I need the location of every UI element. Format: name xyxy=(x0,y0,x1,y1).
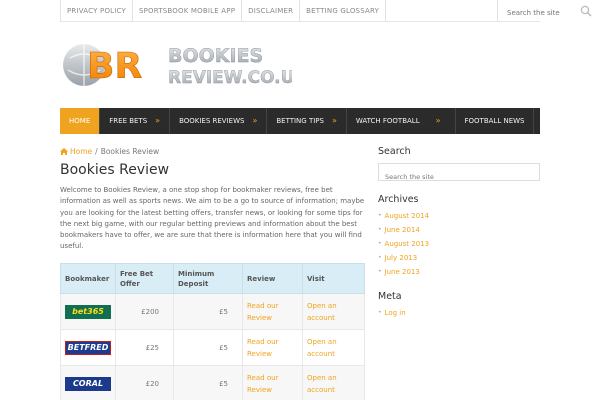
search-icon[interactable] xyxy=(580,5,592,17)
nav-label: FREE BETS xyxy=(109,117,148,125)
nav-label: BETTING TIPS xyxy=(276,117,324,125)
nav-item-home[interactable]: HOME xyxy=(60,108,101,134)
open-account-link[interactable]: Open an account xyxy=(307,372,360,396)
main-nav: HOME FREE BETS » BOOKIES REVIEWS » BETTING… xyxy=(60,108,540,134)
top-link-privacy-policy[interactable]: PRIVACY POLICY xyxy=(60,0,133,22)
breadcrumb: Home / Bookies Review xyxy=(60,147,159,156)
nav-item-bookies-reviews[interactable]: BOOKIES REVIEWS » xyxy=(170,108,268,134)
table-row: bet365 £200 £5 Read our Review Open an a… xyxy=(60,293,365,330)
sidebar-meta-title: Meta xyxy=(378,291,402,302)
minimum-deposit: £5 xyxy=(173,329,243,366)
minimum-deposit: £5 xyxy=(173,365,243,400)
archive-link-august-2013[interactable]: • August 2013 xyxy=(378,237,429,251)
submenu-arrow-icon: » xyxy=(331,116,337,125)
site-logo[interactable]: BR BOOKIES REVIEW.CO.UK xyxy=(60,40,292,88)
nav-label: FOOTBALL NEWS xyxy=(464,117,525,125)
sidebar-archives-title: Archives xyxy=(378,194,419,205)
nav-item-football-news[interactable]: FOOTBALL NEWS xyxy=(456,108,535,134)
bullet-icon: • xyxy=(378,254,382,261)
top-link-disclaimer[interactable]: DISCLAIMER xyxy=(242,0,301,22)
read-review-link[interactable]: Read our Review xyxy=(247,300,298,324)
intro-text: Welcome to Bookies Review, a one stop sh… xyxy=(60,186,365,251)
submenu-arrow-icon: » xyxy=(435,116,441,125)
archive-link-june-2014[interactable]: • June 2014 xyxy=(378,223,429,237)
meta-label: Log in xyxy=(384,309,406,317)
top-link-betting-glossary[interactable]: BETTING GLOSSARY xyxy=(300,0,387,22)
table-header-row: Bookmaker Free Bet Offer Minimum Deposit… xyxy=(60,263,365,294)
top-link-sportsbook-mobile-app[interactable]: SPORTSBOOK MOBILE APP xyxy=(133,0,243,22)
coral-logo[interactable]: CORAL xyxy=(65,376,111,391)
bullet-icon: • xyxy=(378,226,382,233)
top-bar: PRIVACY POLICY SPORTSBOOK MOBILE APP DIS… xyxy=(60,0,592,24)
free-bet-offer: £25 xyxy=(115,329,174,366)
sidebar-search xyxy=(378,163,540,185)
breadcrumb-separator: / xyxy=(95,147,98,156)
nav-item-watch-football[interactable]: WATCH FOOTBALL » xyxy=(347,108,456,134)
archive-label: July 2013 xyxy=(384,254,418,262)
archive-label: June 2014 xyxy=(384,226,420,234)
page-title: Bookies Review xyxy=(60,162,170,178)
minimum-deposit: £5 xyxy=(173,293,243,330)
archives-list: • August 2014 • June 2014 • August 2013 • Ju… xyxy=(378,209,429,279)
submenu-arrow-icon: » xyxy=(252,116,258,125)
top-search-input[interactable] xyxy=(498,2,576,24)
table-row: BETFRED £25 £5 Read our Review Open an a… xyxy=(60,329,365,366)
archive-label: June 2013 xyxy=(384,268,420,276)
open-account-link[interactable]: Open an account xyxy=(307,300,360,324)
col-header-minimum-deposit: Minimum Deposit xyxy=(173,263,243,294)
breadcrumb-home-link[interactable]: Home xyxy=(60,147,92,156)
bullet-icon: • xyxy=(378,240,382,247)
logo-line2: REVIEW.CO.UK xyxy=(168,68,292,88)
home-icon xyxy=(60,148,68,155)
table-row: CORAL £20 £5 Read our Review Open an acc… xyxy=(60,365,365,400)
submenu-arrow-icon: » xyxy=(155,116,161,125)
archive-link-august-2014[interactable]: • August 2014 xyxy=(378,209,429,223)
bullet-icon: • xyxy=(378,212,382,219)
archive-link-june-2013[interactable]: • June 2013 xyxy=(378,265,429,279)
breadcrumb-home-label: Home xyxy=(70,147,93,156)
open-account-link[interactable]: Open an account xyxy=(307,336,360,360)
col-header-visit: Visit xyxy=(302,263,365,294)
meta-link-log-in[interactable]: • Log in xyxy=(378,306,406,320)
bullet-icon: • xyxy=(378,268,382,275)
col-header-free-bet-offer: Free Bet Offer xyxy=(115,263,174,294)
archive-label: August 2013 xyxy=(384,240,430,248)
sidebar-search-title: Search xyxy=(378,146,411,157)
nav-label: HOME xyxy=(69,117,91,125)
nav-item-betting-tips[interactable]: BETTING TIPS » xyxy=(267,108,347,134)
betfred-logo[interactable]: BETFRED xyxy=(65,340,111,355)
free-bet-offer: £20 xyxy=(115,365,174,400)
free-bet-offer: £200 xyxy=(115,293,174,330)
breadcrumb-current: Bookies Review xyxy=(100,147,160,156)
meta-list: • Log in xyxy=(378,306,406,320)
bet365-logo[interactable]: bet365 xyxy=(65,304,111,319)
sidebar-search-input[interactable] xyxy=(379,169,539,185)
bullet-icon: • xyxy=(378,309,382,316)
top-search xyxy=(497,0,600,24)
col-header-bookmaker: Bookmaker xyxy=(60,263,116,294)
nav-label: WATCH FOOTBALL xyxy=(355,117,420,125)
logo-line1: BOOKIES xyxy=(168,45,263,67)
nav-label: BOOKIES REVIEWS xyxy=(179,117,245,125)
col-header-review: Review xyxy=(242,263,303,294)
read-review-link[interactable]: Read our Review xyxy=(247,372,298,396)
read-review-link[interactable]: Read our Review xyxy=(247,336,298,360)
bookmaker-table: Bookmaker Free Bet Offer Minimum Deposit… xyxy=(60,263,365,400)
nav-item-free-bets[interactable]: FREE BETS » xyxy=(100,108,171,134)
top-links: PRIVACY POLICY SPORTSBOOK MOBILE APP DIS… xyxy=(60,0,387,22)
logo-letters: BR xyxy=(87,46,142,87)
archive-label: August 2014 xyxy=(384,212,430,220)
archive-link-july-2013[interactable]: • July 2013 xyxy=(378,251,429,265)
